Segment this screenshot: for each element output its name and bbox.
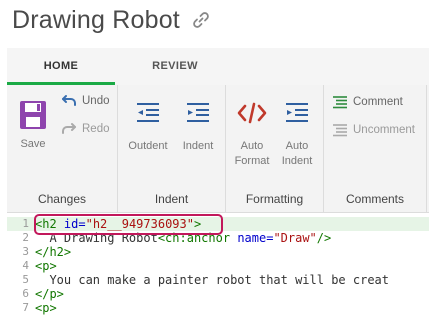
uncomment-lines-icon xyxy=(333,124,347,137)
ribbon: Save Undo Redo Changes Outdent Indent In… xyxy=(7,85,429,213)
group-formatting: Auto Format Auto Indent Formatting xyxy=(226,85,324,212)
auto-indent-button[interactable]: Auto Indent xyxy=(276,101,318,169)
code-text: </p> xyxy=(35,287,64,301)
uncomment-button[interactable]: Uncomment xyxy=(332,123,415,137)
code-format-icon xyxy=(237,102,267,124)
outdent-label: Outdent xyxy=(128,140,168,152)
code-line[interactable]: 6 </p> xyxy=(7,287,429,301)
code-token: "Draw" xyxy=(273,231,317,245)
save-icon xyxy=(20,101,46,129)
undo-label: Undo xyxy=(82,95,110,107)
auto-indent-label-2: Indent xyxy=(281,155,313,167)
link-icon[interactable] xyxy=(190,9,212,31)
code-editor[interactable]: 1 <h2 id="h2__949736093"> 2 A Drawing Robo… xyxy=(7,213,429,315)
group-formatting-label: Formatting xyxy=(245,192,304,206)
code-text: <p> xyxy=(35,259,57,273)
line-number: 5 xyxy=(22,273,29,286)
ribbon-tabs: HOME REVIEW xyxy=(7,48,429,85)
comment-lines-icon xyxy=(333,96,347,109)
auto-format-label-1: Auto xyxy=(240,140,264,152)
group-changes: Save Undo Redo Changes xyxy=(7,85,118,212)
line-number: 3 xyxy=(22,245,29,258)
tab-review[interactable]: REVIEW xyxy=(135,48,215,85)
line-number: 1 xyxy=(22,217,29,230)
code-line[interactable]: 3 </h2> xyxy=(7,245,429,259)
code-text: <p> xyxy=(35,301,57,315)
redo-button[interactable]: Redo xyxy=(61,122,110,136)
tab-home-label: HOME xyxy=(43,60,79,72)
code-line[interactable]: 7 <p> xyxy=(7,301,429,315)
code-token: name= xyxy=(237,231,274,245)
comment-label: Comment xyxy=(353,96,403,108)
code-line[interactable]: 4 <p> xyxy=(7,259,429,273)
code-text: You can make a painter robot that will b… xyxy=(35,273,389,287)
highlighted-tag-outline xyxy=(34,214,223,235)
line-number: 4 xyxy=(22,259,29,272)
code-text: </h2> xyxy=(35,245,71,259)
line-number: 6 xyxy=(22,287,29,300)
auto-format-button[interactable]: Auto Format xyxy=(232,101,272,169)
uncomment-label: Uncomment xyxy=(353,124,415,136)
indent-button[interactable]: Indent xyxy=(176,101,220,154)
redo-icon xyxy=(62,123,76,134)
tab-home[interactable]: HOME xyxy=(7,48,115,85)
code-line[interactable]: 5 You can make a painter robot that will… xyxy=(7,273,429,287)
code-token: <p> xyxy=(35,259,57,273)
code-token: </h2> xyxy=(35,245,72,259)
group-indent-label: Indent xyxy=(154,192,189,206)
indent-icon xyxy=(187,103,209,122)
group-indent: Outdent Indent Indent xyxy=(118,85,226,212)
title-row: Drawing Robot xyxy=(12,2,212,38)
save-label: Save xyxy=(20,138,46,150)
tab-review-label: REVIEW xyxy=(152,60,198,72)
auto-indent-icon xyxy=(286,103,308,122)
line-number: 2 xyxy=(22,231,29,244)
code-token: <p> xyxy=(35,301,57,315)
comment-button[interactable]: Comment xyxy=(332,95,403,109)
outdent-icon xyxy=(137,103,159,122)
group-changes-label: Changes xyxy=(37,192,87,206)
group-comments-label: Comments xyxy=(345,192,404,206)
code-token: </p> xyxy=(35,287,64,301)
page-title: Drawing Robot xyxy=(12,5,180,34)
group-comments: Comment Uncomment Comments xyxy=(324,85,427,212)
indent-label: Indent xyxy=(182,140,214,152)
outdent-button[interactable]: Outdent xyxy=(124,101,172,154)
undo-button[interactable]: Undo xyxy=(61,94,110,108)
code-token: /> xyxy=(316,231,332,245)
auto-indent-label-1: Auto xyxy=(285,140,309,152)
save-button[interactable]: Save xyxy=(15,99,51,152)
redo-label: Redo xyxy=(82,123,110,135)
auto-format-label-2: Format xyxy=(234,155,270,167)
code-token: You can make a painter robot that will b… xyxy=(35,273,390,287)
undo-icon xyxy=(62,95,76,106)
line-number: 7 xyxy=(22,301,29,314)
